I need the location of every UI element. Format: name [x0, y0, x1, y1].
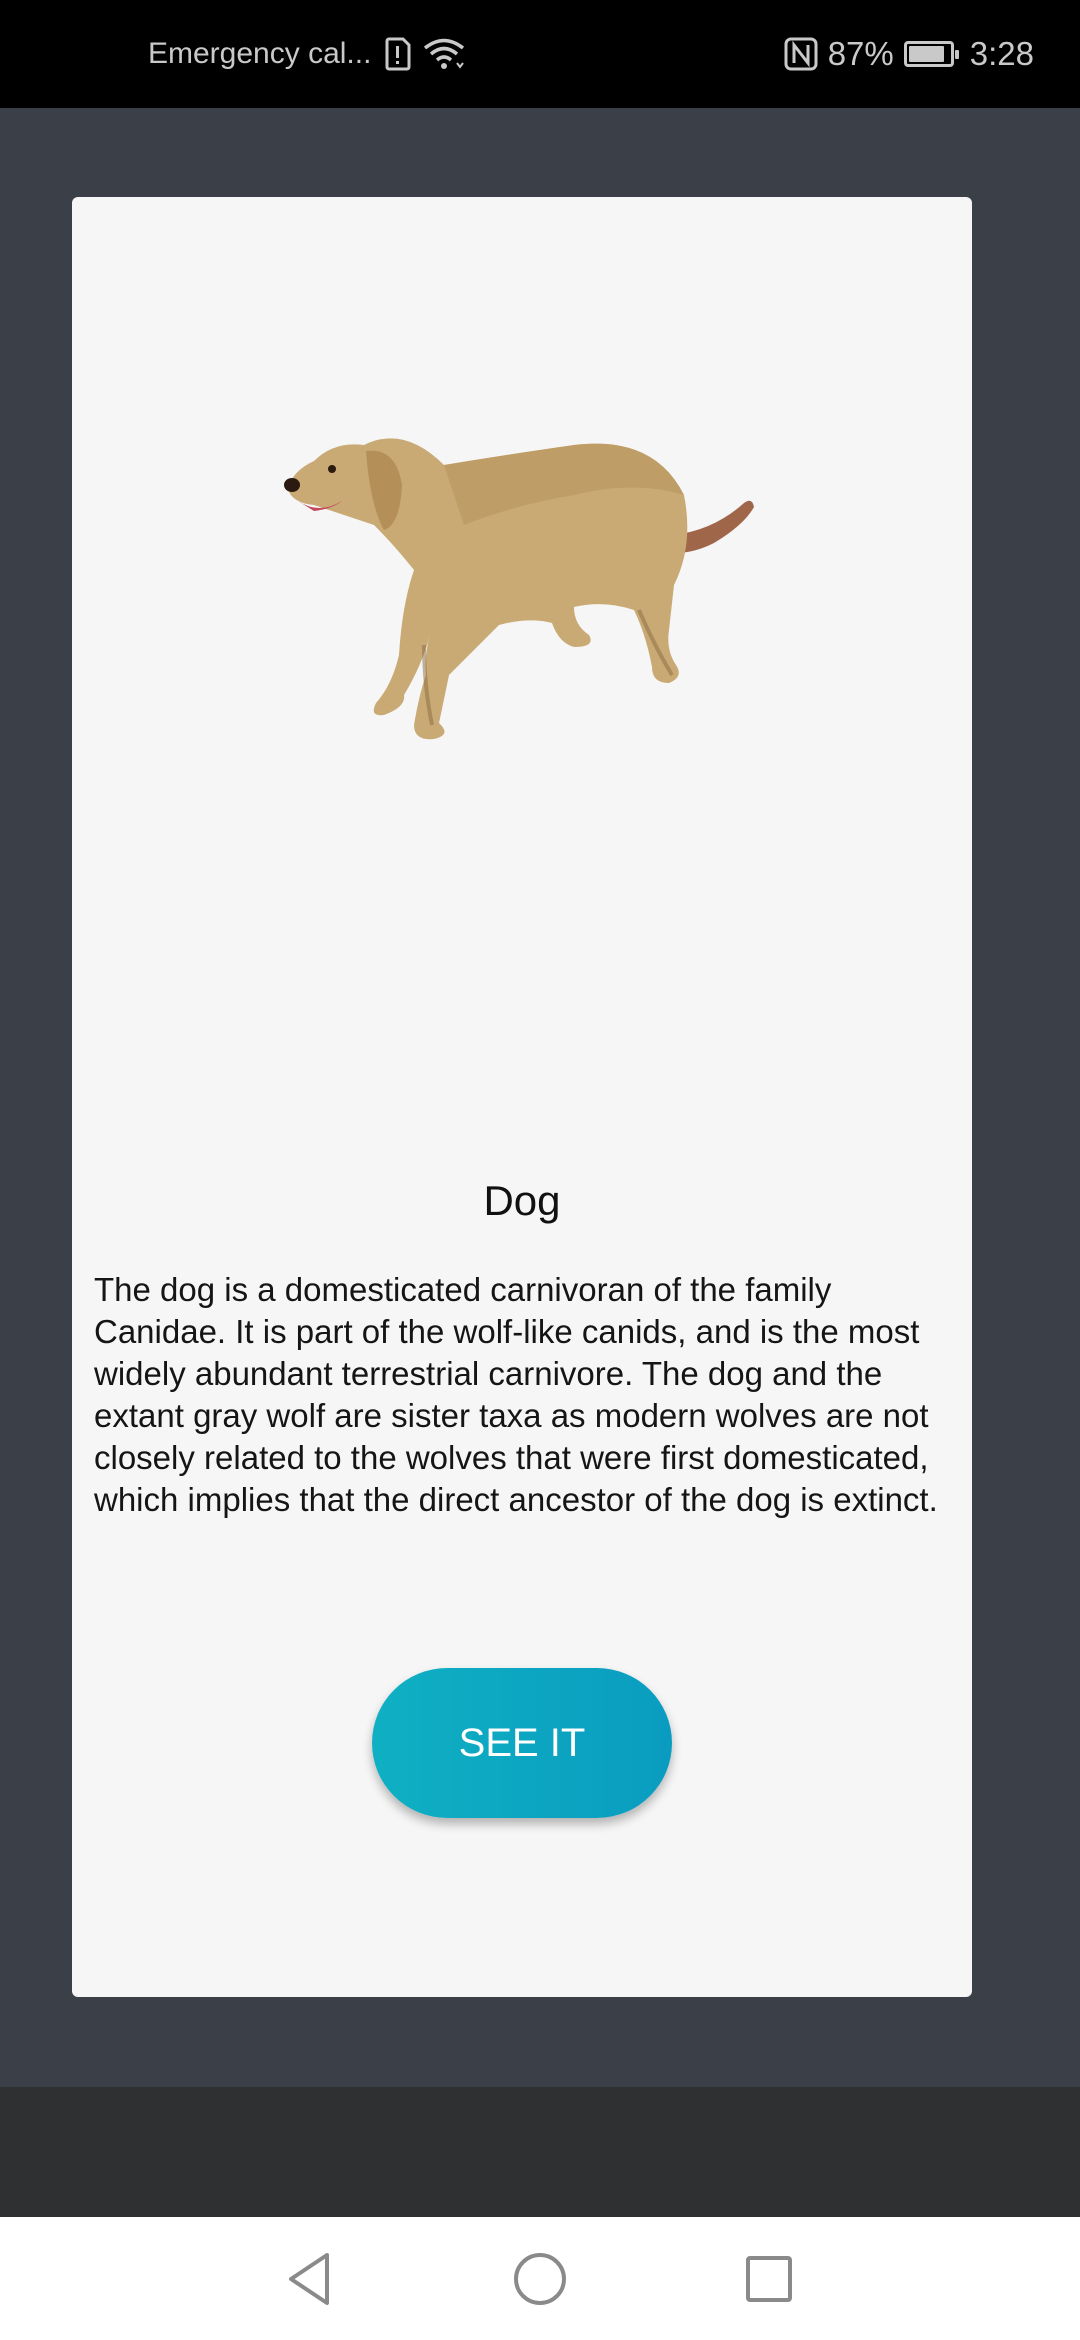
recents-button[interactable] — [729, 2239, 809, 2319]
battery-percent: 87% — [827, 35, 894, 72]
back-icon — [289, 2253, 329, 2305]
home-button[interactable] — [500, 2239, 580, 2319]
battery-icon — [903, 41, 959, 67]
battery-fill — [908, 46, 944, 62]
status-right: 87% 3:28 — [784, 0, 1034, 108]
back-button[interactable] — [270, 2239, 350, 2319]
navigation-bar — [0, 2217, 1080, 2340]
carrier-text: Emergency cal... — [148, 37, 372, 70]
status-left: Emergency cal... — [148, 0, 465, 108]
wifi-icon — [423, 37, 465, 71]
see-it-button[interactable]: SEE IT — [372, 1668, 672, 1818]
animal-card: Dog The dog is a domesticated carnivoran… — [72, 197, 972, 1997]
animal-title: Dog — [483, 1177, 561, 1224]
dog-image — [284, 438, 754, 740]
animal-description: The dog is a domesticated carnivoran of … — [94, 1271, 938, 1518]
bottom-strip — [0, 2087, 1080, 2217]
status-bar: Emergency cal... 87% 3:28 — [0, 0, 1080, 108]
clock: 3:28 — [969, 35, 1034, 72]
sim-alert-icon — [383, 37, 411, 71]
home-icon — [514, 2253, 566, 2305]
recents-icon — [746, 2256, 792, 2302]
nfc-icon — [784, 37, 818, 71]
